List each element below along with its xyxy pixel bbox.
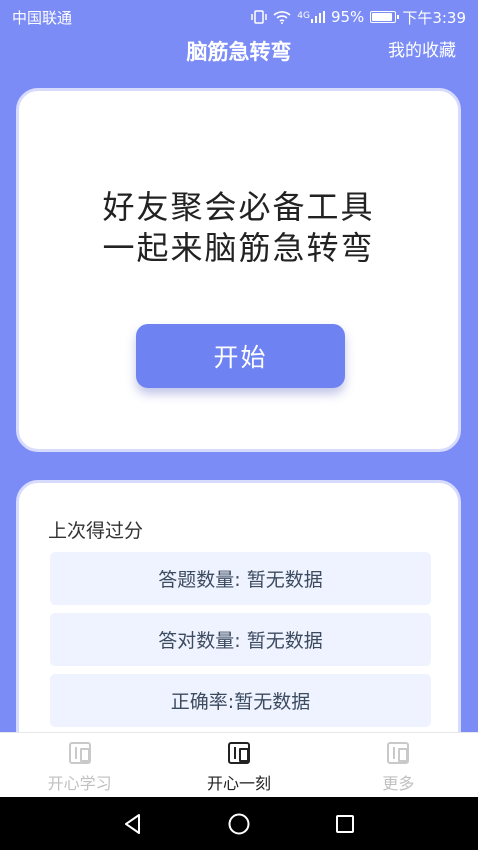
slogan-line-1: 好友聚会必备工具 <box>102 188 375 226</box>
bottom-tab-bar: 开心学习 开心一刻 更多 <box>0 732 478 797</box>
recents-square-icon <box>336 814 354 833</box>
clock: 下午3:39 <box>402 8 466 27</box>
correct-count-row: 答对数量: 暂无数据 <box>50 613 431 666</box>
tab-happy-moment[interactable]: 开心一刻 <box>159 733 318 797</box>
status-bar: 中国联通 4G 95% 下午3:39 <box>0 0 478 34</box>
tab-happy-study[interactable]: 开心学习 <box>0 733 159 797</box>
home-circle-icon <box>228 813 250 834</box>
last-score-title: 上次得过分 <box>48 520 144 542</box>
slogan-line-2: 一起来脑筋急转弯 <box>102 229 375 267</box>
last-score-card: 上次得过分 答题数量: 暂无数据 答对数量: 暂无数据 正确率:暂无数据 <box>16 480 461 760</box>
battery-percent: 95% <box>330 8 365 26</box>
back-triangle-icon <box>125 813 140 834</box>
network-type-label: 4G <box>297 11 310 21</box>
answered-count-row: 答题数量: 暂无数据 <box>50 552 431 605</box>
tab-label: 开心一刻 <box>206 774 271 793</box>
book-icon <box>68 742 91 764</box>
my-favorites-link[interactable]: 我的收藏 <box>388 36 456 61</box>
wifi-icon <box>273 10 291 24</box>
home-button[interactable] <box>219 804 259 844</box>
back-button[interactable] <box>113 804 153 844</box>
signal-icon: 4G <box>297 11 325 23</box>
app-header: 脑筋急转弯 我的收藏 <box>0 34 478 68</box>
status-indicators: 4G 95% 下午3:39 <box>251 7 466 28</box>
system-nav-bar <box>0 797 478 850</box>
tab-more[interactable]: 更多 <box>319 733 478 797</box>
accuracy-row: 正确率:暂无数据 <box>50 674 431 727</box>
recents-button[interactable] <box>325 804 365 844</box>
book-icon <box>387 742 410 764</box>
slogan: 好友聚会必备工具 一起来脑筋急转弯 <box>19 187 458 269</box>
tab-label: 开心学习 <box>47 774 112 793</box>
battery-icon <box>370 11 400 23</box>
tab-label: 更多 <box>382 774 415 793</box>
vibrate-icon <box>251 10 268 24</box>
carrier-label: 中国联通 <box>12 8 73 27</box>
book-icon <box>227 742 250 764</box>
hero-card: 好友聚会必备工具 一起来脑筋急转弯 开始 <box>16 88 461 452</box>
start-button[interactable]: 开始 <box>136 324 345 388</box>
